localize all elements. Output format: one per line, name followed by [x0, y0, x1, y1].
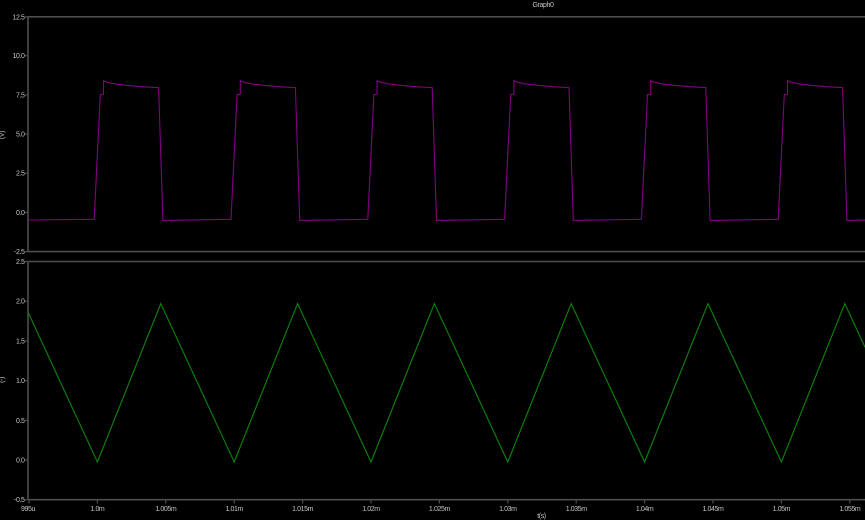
svg-text:-0.5: -0.5 [14, 497, 25, 504]
svg-text:1.015m: 1.015m [292, 506, 314, 513]
svg-text:1.03m: 1.03m [499, 506, 517, 513]
svg-text:2.0: 2.0 [16, 299, 25, 306]
svg-text:(V): (V) [0, 131, 6, 139]
svg-text:1.5: 1.5 [16, 338, 25, 345]
svg-text:0.0: 0.0 [16, 458, 25, 465]
svg-text:7.5: 7.5 [16, 92, 25, 99]
svg-text:(-): (-) [0, 377, 6, 383]
svg-text:0.5: 0.5 [16, 418, 25, 425]
svg-text:10.0: 10.0 [12, 53, 25, 60]
svg-text:1.02m: 1.02m [362, 506, 380, 513]
svg-text:1.05m: 1.05m [773, 506, 791, 513]
svg-text:995u: 995u [21, 506, 35, 513]
svg-text:t(s): t(s) [537, 513, 546, 520]
svg-text:1.0: 1.0 [16, 378, 25, 385]
svg-text:0.0: 0.0 [16, 210, 25, 217]
svg-text:1.04m: 1.04m [636, 506, 654, 513]
svg-text:1.01m: 1.01m [225, 506, 243, 513]
svg-text:1.035m: 1.035m [566, 506, 588, 513]
svg-text:1.005m: 1.005m [155, 506, 177, 513]
svg-text:1.025m: 1.025m [429, 506, 451, 513]
svg-text:1.045m: 1.045m [703, 506, 725, 513]
svg-text:Graph0: Graph0 [533, 2, 554, 9]
svg-text:5.0: 5.0 [16, 132, 25, 139]
svg-text:12.5: 12.5 [12, 14, 25, 21]
svg-text:-2.5: -2.5 [14, 249, 25, 256]
svg-text:1.055m: 1.055m [839, 506, 861, 513]
svg-text:2.5: 2.5 [16, 171, 25, 178]
svg-text:1.0m: 1.0m [90, 506, 105, 513]
svg-text:2.5: 2.5 [16, 259, 25, 266]
